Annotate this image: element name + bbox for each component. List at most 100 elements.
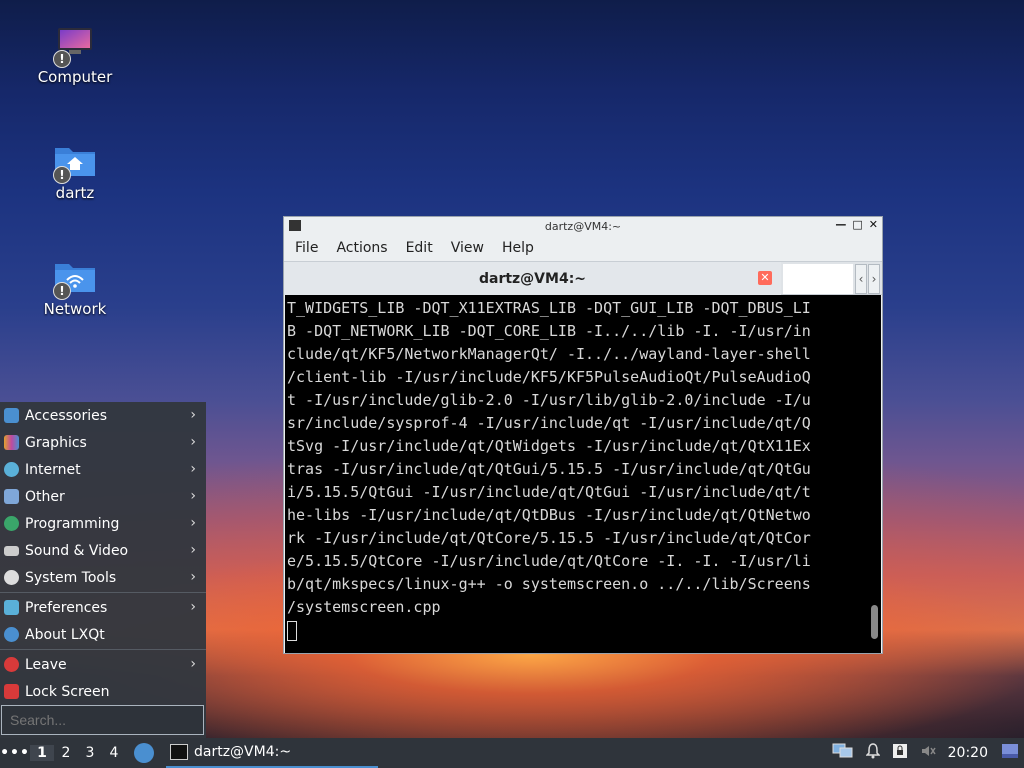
sound-video-icon <box>4 545 19 556</box>
menu-item-other[interactable]: Other › <box>0 483 206 510</box>
menu-file[interactable]: File <box>295 240 328 256</box>
menu-item-internet[interactable]: Internet › <box>0 456 206 483</box>
tab-terminal[interactable]: dartz@VM4:~ <box>284 262 781 295</box>
tab-scroll-right-icon[interactable]: › <box>868 264 880 294</box>
menu-separator <box>0 592 206 593</box>
menu-item-label: System Tools <box>25 569 117 586</box>
terminal-window[interactable]: dartz@VM4:~ — □ ✕ File Actions Edit View… <box>283 216 883 654</box>
desktop-switcher: 1 2 3 4 <box>30 745 126 761</box>
terminal-scrollbar[interactable] <box>871 295 878 653</box>
terminal-output[interactable]: T_WIDGETS_LIB -DQT_X11EXTRAS_LIB -DQT_GU… <box>285 295 881 653</box>
menu-item-label: About LXQt <box>25 626 105 643</box>
menu-item-label: Sound & Video <box>25 542 129 559</box>
desktop-icon-label: Network <box>43 300 107 318</box>
menu-bar: File Actions Edit View Help <box>284 235 882 261</box>
minimize-icon[interactable]: — <box>835 218 846 231</box>
internet-icon <box>4 462 19 477</box>
close-icon[interactable]: ✕ <box>869 218 878 231</box>
window-titlebar[interactable]: dartz@VM4:~ — □ ✕ <box>284 217 882 235</box>
notification-bell-icon[interactable] <box>864 743 881 763</box>
desktop-icon-network[interactable]: ! Network <box>20 258 130 318</box>
menu-item-label: Other <box>25 488 65 505</box>
terminal-line: t -I/usr/include/glib-2.0 -I/usr/lib/gli… <box>287 391 811 409</box>
show-desktop-icon[interactable] <box>1002 744 1018 762</box>
menu-view[interactable]: View <box>451 240 494 256</box>
menu-item-label: Leave <box>25 656 67 673</box>
other-icon <box>4 489 19 504</box>
desktop-icon-label: dartz <box>55 184 95 202</box>
desktop-icon-computer[interactable]: ! Computer <box>20 26 130 86</box>
network-folder-icon: ! <box>53 258 97 300</box>
accessories-icon <box>4 408 19 423</box>
menu-item-lock-screen[interactable]: Lock Screen <box>0 678 206 705</box>
terminal-cursor <box>287 620 297 641</box>
terminal-line: he-libs -I/usr/include/qt/QtDBus -I/usr/… <box>287 506 811 524</box>
chevron-right-icon: › <box>190 488 196 504</box>
tab-scroll-left-icon[interactable]: ‹ <box>855 264 867 294</box>
menu-actions[interactable]: Actions <box>336 240 397 256</box>
chevron-right-icon: › <box>190 434 196 450</box>
terminal-line: i/5.15.5/QtGui -I/usr/include/qt/QtGui -… <box>287 483 811 501</box>
tab-close-icon[interactable]: ✕ <box>758 271 772 285</box>
new-tab-area[interactable] <box>783 264 853 294</box>
home-folder-icon: ! <box>53 142 97 184</box>
scrollbar-thumb[interactable] <box>871 605 878 639</box>
menu-item-label: Programming <box>25 515 120 532</box>
chevron-right-icon: › <box>190 407 196 423</box>
warning-badge: ! <box>53 282 71 300</box>
desktop-3-button[interactable]: 3 <box>78 745 102 761</box>
menu-item-label: Preferences <box>25 599 108 616</box>
system-tools-icon <box>4 570 19 585</box>
menu-item-accessories[interactable]: Accessories › <box>0 402 206 429</box>
chevron-right-icon: › <box>190 569 196 585</box>
menu-item-label: Internet <box>25 461 81 478</box>
chevron-right-icon: › <box>190 542 196 558</box>
terminal-line: e/5.15.5/QtCore -I/usr/include/qt/QtCore… <box>287 552 811 570</box>
menu-item-sound-video[interactable]: Sound & Video › <box>0 537 206 564</box>
menu-item-graphics[interactable]: Graphics › <box>0 429 206 456</box>
tab-bar: dartz@VM4:~ ✕ ‹ › <box>284 261 882 295</box>
desktop-1-button[interactable]: 1 <box>30 745 54 761</box>
terminal-line: b/qt/mkspecs/linux-g++ -o systemscreen.o… <box>287 575 811 593</box>
programming-icon <box>4 516 19 531</box>
menu-item-system-tools[interactable]: System Tools › <box>0 564 206 591</box>
task-label: dartz@VM4:~ <box>194 744 292 760</box>
menu-item-label: Accessories <box>25 407 108 424</box>
desktop-4-button[interactable]: 4 <box>102 745 126 761</box>
chevron-right-icon: › <box>190 461 196 477</box>
taskbar-task-terminal[interactable]: dartz@VM4:~ <box>166 738 378 768</box>
terminal-line: sr/include/sysprof-4 -I/usr/include/qt -… <box>287 414 811 432</box>
terminal-line: /client-lib -I/usr/include/KF5/KF5PulseA… <box>287 368 811 386</box>
menu-item-preferences[interactable]: Preferences › <box>0 594 206 621</box>
main-menu-button[interactable]: ••• <box>0 745 30 761</box>
system-tray: 20:20 <box>820 738 1024 768</box>
leave-icon <box>4 657 19 672</box>
menu-item-programming[interactable]: Programming › <box>0 510 206 537</box>
menu-item-about-lxqt[interactable]: About LXQt <box>0 621 206 648</box>
terminal-line: clude/qt/KF5/NetworkManagerQt/ -I../../w… <box>287 345 811 363</box>
chevron-right-icon: › <box>190 599 196 615</box>
browser-launcher-icon[interactable] <box>134 743 154 763</box>
chevron-right-icon: › <box>190 656 196 672</box>
maximize-icon[interactable]: □ <box>852 218 862 231</box>
tab-title: dartz@VM4:~ <box>478 270 587 287</box>
volume-muted-icon[interactable] <box>920 743 936 763</box>
clipboard-lock-icon[interactable] <box>892 743 908 763</box>
window-title: dartz@VM4:~ <box>544 219 622 233</box>
menu-edit[interactable]: Edit <box>406 240 443 256</box>
desktop-icon-home[interactable]: ! dartz <box>20 142 130 202</box>
clock[interactable]: 20:20 <box>948 745 988 761</box>
computer-icon: ! <box>53 26 97 68</box>
warning-badge: ! <box>53 50 71 68</box>
menu-help[interactable]: Help <box>502 240 544 256</box>
terminal-line: rk -I/usr/include/qt/QtCore/5.15.5 -I/us… <box>287 529 811 547</box>
menu-separator <box>0 649 206 650</box>
menu-item-label: Graphics <box>25 434 87 451</box>
terminal-icon <box>289 220 301 231</box>
menu-search-input[interactable] <box>1 705 204 735</box>
menu-item-leave[interactable]: Leave › <box>0 651 206 678</box>
desktop-2-button[interactable]: 2 <box>54 745 78 761</box>
warning-badge: ! <box>53 166 71 184</box>
lock-icon <box>4 684 19 699</box>
network-status-icon[interactable] <box>832 743 854 763</box>
